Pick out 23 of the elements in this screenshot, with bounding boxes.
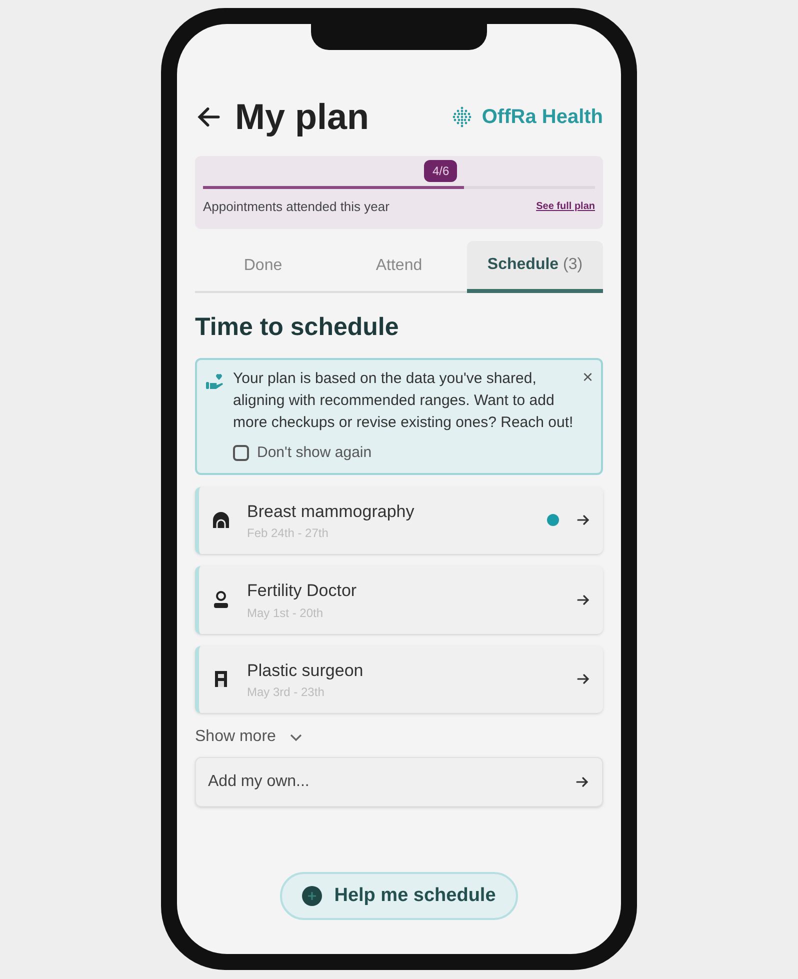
- progress-badge: 4/6: [424, 160, 458, 182]
- page-title: My plan: [235, 95, 370, 139]
- add-own-field[interactable]: Add my own...: [195, 757, 603, 807]
- appointment-name: Plastic surgeon: [247, 660, 364, 682]
- plus-circle-icon: [302, 886, 322, 906]
- brand-name: OffRa Health: [482, 105, 603, 130]
- checkbox[interactable]: [233, 445, 249, 462]
- notice-text: Your plan is based on the data you've shared, aligning with recommended ranges. Want to add more checkups or revise existing ones? Reach out!: [233, 369, 574, 433]
- appointment-name: Breast mammography: [247, 500, 416, 522]
- appointment-name: Fertility Doctor: [247, 580, 358, 602]
- checkbox-label: Don't show again: [257, 443, 372, 463]
- progress-label: Appointments attended this year: [203, 198, 390, 216]
- hand-heart-icon: [205, 372, 225, 392]
- person-icon: [211, 590, 231, 610]
- close-button[interactable]: ×: [582, 368, 593, 386]
- tab[interactable]: Schedule (3): [467, 240, 603, 292]
- show-more-toggle[interactable]: Show more: [195, 725, 304, 749]
- submit-arrow-icon: [574, 774, 590, 790]
- help-schedule-button[interactable]: Help me schedule: [280, 872, 518, 920]
- see-full-plan-link[interactable]: See full plan: [536, 199, 595, 214]
- dome-icon: [211, 510, 231, 530]
- section-title: Time to schedule: [195, 312, 400, 342]
- add-own-input[interactable]: Add my own...: [208, 770, 574, 794]
